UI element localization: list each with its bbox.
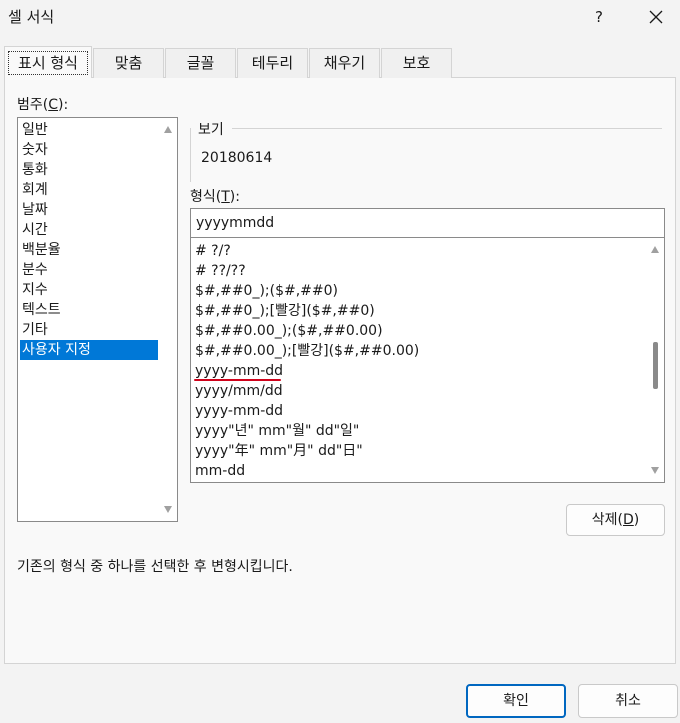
- list-item[interactable]: 시간: [20, 220, 158, 240]
- scroll-down-icon[interactable]: [651, 467, 659, 474]
- category-list[interactable]: 일반 숫자 통화 회계 날짜 시간 백분율 분수 지수 텍스트 기타 사용자 지…: [17, 117, 178, 522]
- list-item[interactable]: yyyy/mm/dd: [195, 381, 283, 401]
- list-item-highlighted[interactable]: yyyy-mm-dd: [195, 361, 283, 381]
- format-input[interactable]: yyyymmdd: [190, 208, 665, 238]
- preview-group-line: [232, 128, 662, 129]
- list-item[interactable]: 일반: [20, 120, 158, 140]
- list-item[interactable]: yyyy"년" mm"월" dd"일": [195, 421, 359, 441]
- list-item[interactable]: yyyy"年" mm"月" dd"日": [195, 441, 363, 461]
- title-bar: 셀 서식 ?: [0, 0, 680, 34]
- category-scrollbar[interactable]: [160, 118, 177, 521]
- format-scrollbar[interactable]: [647, 238, 664, 482]
- list-item-selected[interactable]: 사용자 지정: [20, 340, 158, 360]
- list-item[interactable]: 기타: [20, 320, 158, 340]
- list-item[interactable]: 백분율: [20, 240, 158, 260]
- list-item[interactable]: # ??/??: [195, 261, 246, 281]
- tab-border[interactable]: 테두리: [237, 48, 308, 78]
- preview-label: 보기: [198, 122, 224, 138]
- highlight-underline: [194, 379, 281, 381]
- list-item[interactable]: $#,##0.00_);[빨강]($#,##0.00): [195, 341, 419, 361]
- list-item[interactable]: 통화: [20, 160, 158, 180]
- delete-button[interactable]: 삭제(D): [566, 504, 665, 536]
- preview-group-edge: [190, 128, 191, 182]
- list-item[interactable]: $#,##0_);($#,##0): [195, 281, 338, 301]
- ok-button[interactable]: 확인: [466, 684, 566, 718]
- list-item[interactable]: 회계: [20, 180, 158, 200]
- tab-fill[interactable]: 채우기: [309, 48, 380, 78]
- tab-font[interactable]: 글꼴: [165, 48, 236, 78]
- scroll-thumb[interactable]: [653, 342, 658, 389]
- list-item[interactable]: mm-dd: [195, 461, 245, 481]
- tab-protection[interactable]: 보호: [381, 48, 452, 78]
- list-item[interactable]: 숫자: [20, 140, 158, 160]
- description-text: 기존의 형식 중 하나를 선택한 후 변형시킵니다.: [17, 559, 293, 575]
- list-item[interactable]: 날짜: [20, 200, 158, 220]
- list-item[interactable]: $#,##0_);[빨강]($#,##0): [195, 301, 375, 321]
- tab-label: 표시 형식: [8, 51, 88, 75]
- scroll-down-icon[interactable]: [164, 506, 172, 513]
- list-item[interactable]: $#,##0.00_);($#,##0.00): [195, 321, 383, 341]
- close-button[interactable]: [638, 2, 674, 32]
- cancel-button[interactable]: 취소: [578, 684, 678, 718]
- tab-alignment[interactable]: 맞춤: [93, 48, 164, 78]
- list-item[interactable]: 분수: [20, 260, 158, 280]
- list-item[interactable]: 지수: [20, 280, 158, 300]
- scroll-up-icon[interactable]: [651, 246, 659, 253]
- tab-number-format[interactable]: 표시 형식: [4, 46, 92, 78]
- dialog-title: 셀 서식: [8, 8, 55, 26]
- format-label: 형식(T):: [190, 189, 240, 205]
- category-label: 범주(C):: [17, 97, 69, 113]
- close-icon: [649, 10, 663, 24]
- list-item[interactable]: # ?/?: [195, 241, 231, 261]
- help-button[interactable]: ?: [584, 4, 614, 30]
- preview-value: 20180614: [201, 150, 273, 166]
- format-list[interactable]: # ?/? # ??/?? $#,##0_);($#,##0) $#,##0_)…: [190, 238, 665, 483]
- list-item[interactable]: 텍스트: [20, 300, 158, 320]
- scroll-up-icon[interactable]: [164, 126, 172, 133]
- list-item[interactable]: yyyy-mm-dd: [195, 401, 283, 421]
